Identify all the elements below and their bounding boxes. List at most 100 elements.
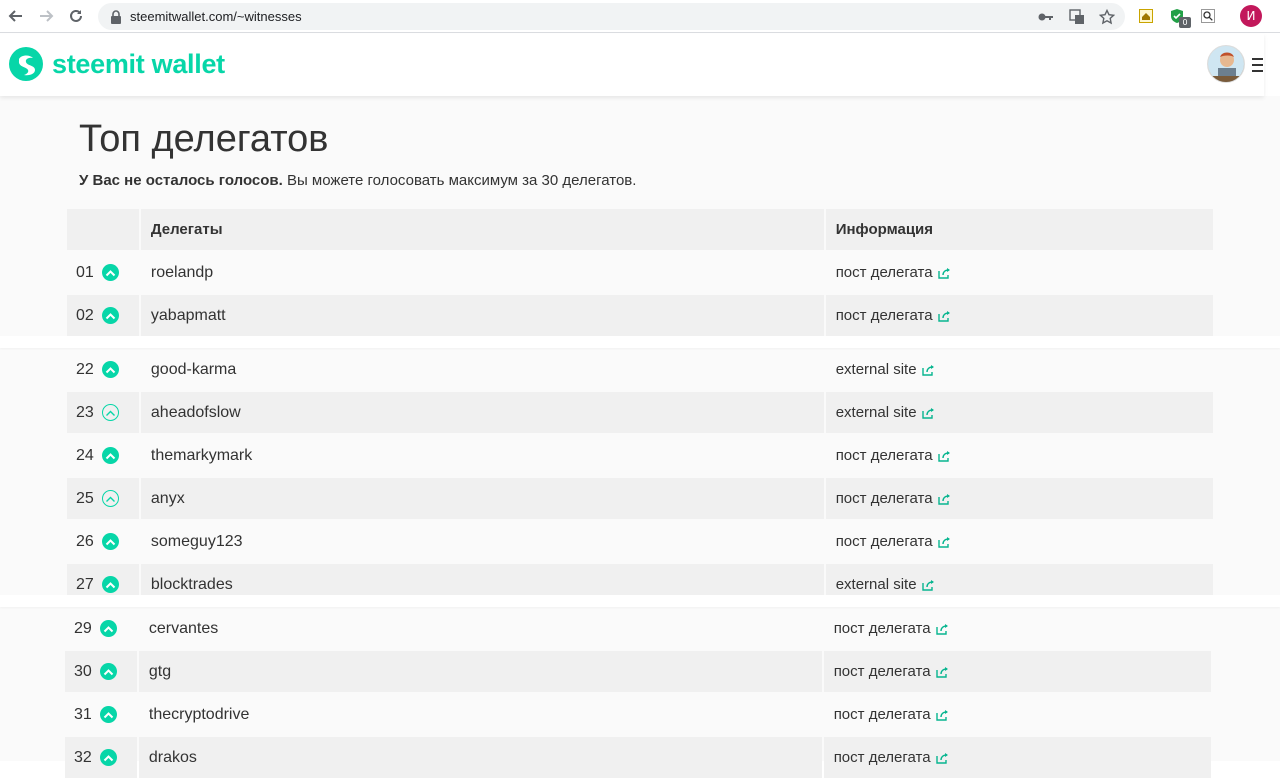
witness-info-link[interactable]: пост делегата [836,307,951,324]
upvote-icon[interactable] [100,663,117,680]
rank-number: 24 [76,446,94,464]
witness-name-cell: drakos [138,737,822,778]
witness-info-cell: пост делегата [824,608,1211,649]
page-content: Топ делегатов У Вас не осталось голосов.… [0,96,1280,778]
extension-home-icon[interactable] [1137,7,1155,25]
witness-info-link[interactable]: пост делегата [836,447,951,464]
page-title: Топ делегатов [79,118,329,160]
rank-cell: 22 [67,349,139,390]
upvote-icon[interactable] [102,264,119,281]
reload-icon[interactable] [66,6,86,26]
witness-name-cell: cervantes [139,608,822,649]
witness-info-link[interactable]: external site [836,404,935,421]
witness-info-text: пост делегата [833,706,931,723]
table-header: Делегаты Информация [67,209,1214,250]
witness-name-link[interactable]: good-karma [151,361,236,379]
rank-cell: 02 [67,295,139,336]
upvote-icon[interactable] [100,706,117,723]
witness-info-link[interactable]: external site [836,576,935,593]
witness-info-cell: external site [826,349,1213,390]
witness-info-cell: пост делегата [826,521,1213,562]
upvote-icon[interactable] [100,749,117,766]
table-row: 30 gtg пост делегата [65,651,1212,692]
url-text[interactable]: steemitwallet.com/~witnesses [130,9,302,24]
witness-name-link[interactable]: drakos [149,749,197,767]
witness-info-link[interactable]: пост делегата [834,663,949,680]
witness-name-link[interactable]: yabapmatt [151,307,226,325]
witness-info-link[interactable]: пост делегата [834,749,949,766]
witness-name-link[interactable]: themarkymark [151,447,252,465]
witness-info-link[interactable]: external site [836,361,935,378]
key-icon[interactable] [1038,9,1054,25]
bookmark-star-icon[interactable] [1099,9,1115,25]
rank-number: 01 [76,263,94,281]
upvote-icon[interactable] [102,533,119,550]
witness-info-link[interactable]: пост делегата [834,706,949,723]
upvote-icon[interactable] [102,490,119,507]
rank-number: 31 [74,705,92,723]
user-avatar[interactable] [1207,45,1245,83]
witness-info-text: пост делегата [835,490,933,507]
rank-number: 25 [76,489,94,507]
address-bar[interactable]: steemitwallet.com/~witnesses [98,3,1125,30]
rank-cell: 23 [67,392,139,433]
rank-cell: 30 [65,651,137,692]
rank-number: 32 [74,748,92,766]
witness-name-link[interactable]: gtg [149,663,171,681]
table-row: 01 roelandp пост делегата [67,252,1213,293]
back-arrow-icon[interactable] [6,6,26,26]
external-link-icon [935,752,949,764]
header-rank-cell [67,209,139,250]
header-info: Информация [825,209,1214,250]
rank-number: 26 [76,532,94,550]
witness-info-text: пост делегата [835,307,933,324]
witness-info-text: пост делегата [835,533,933,550]
upvote-icon[interactable] [100,620,117,637]
upvote-icon[interactable] [102,447,119,464]
external-link-icon [921,579,935,591]
witness-info-cell: пост делегата [825,478,1214,519]
upvote-icon[interactable] [102,361,119,378]
witness-info-link[interactable]: пост делегата [836,264,951,281]
upvote-icon[interactable] [102,576,119,593]
witness-info-text: пост делегата [833,749,931,766]
witness-info-cell: пост делегата [823,737,1212,778]
menu-icon[interactable] [1252,58,1263,72]
witness-info-link[interactable]: пост делегата [836,533,951,550]
browser-profile-avatar[interactable]: И [1240,5,1262,27]
brand-logo[interactable]: steemit wallet [8,46,225,82]
table-row: 24 themarkymark пост делегата [67,435,1213,476]
external-link-icon [935,666,949,678]
witness-name-cell: thecryptodrive [139,694,822,735]
upvote-icon[interactable] [102,307,119,324]
witness-name-link[interactable]: thecryptodrive [149,706,250,724]
witness-info-text: пост делегата [833,663,931,680]
witness-name-link[interactable]: roelandp [151,264,213,282]
lock-icon[interactable] [108,9,124,25]
external-link-icon [921,407,935,419]
witness-info-cell: пост делегата [824,694,1211,735]
extension-search-icon[interactable] [1199,7,1217,25]
rank-number: 29 [74,619,92,637]
witness-info-link[interactable]: пост делегата [834,620,949,637]
rank-number: 30 [74,662,92,680]
external-link-icon [921,364,935,376]
witness-name-link[interactable]: someguy123 [151,533,243,551]
forward-arrow-icon[interactable] [36,6,56,26]
witness-name-link[interactable]: blocktrades [151,576,233,594]
translate-icon[interactable] [1069,9,1085,25]
votes-notice-bold: У Вас не осталось голосов. [79,172,283,189]
witness-name-link[interactable]: cervantes [149,620,218,638]
external-link-icon [937,493,951,505]
rank-cell: 29 [65,608,137,649]
witness-name-link[interactable]: aheadofslow [151,404,241,422]
witness-info-cell: пост делегата [826,435,1213,476]
rank-cell: 25 [67,478,139,519]
external-link-icon [937,267,951,279]
witness-info-cell: пост делегата [826,252,1213,293]
witness-name-link[interactable]: anyx [151,490,185,508]
upvote-icon[interactable] [102,404,119,421]
votes-notice: У Вас не осталось голосов. Вы можете гол… [79,172,636,189]
witness-info-link[interactable]: пост делегата [836,490,951,507]
witness-name-cell: themarkymark [141,435,824,476]
